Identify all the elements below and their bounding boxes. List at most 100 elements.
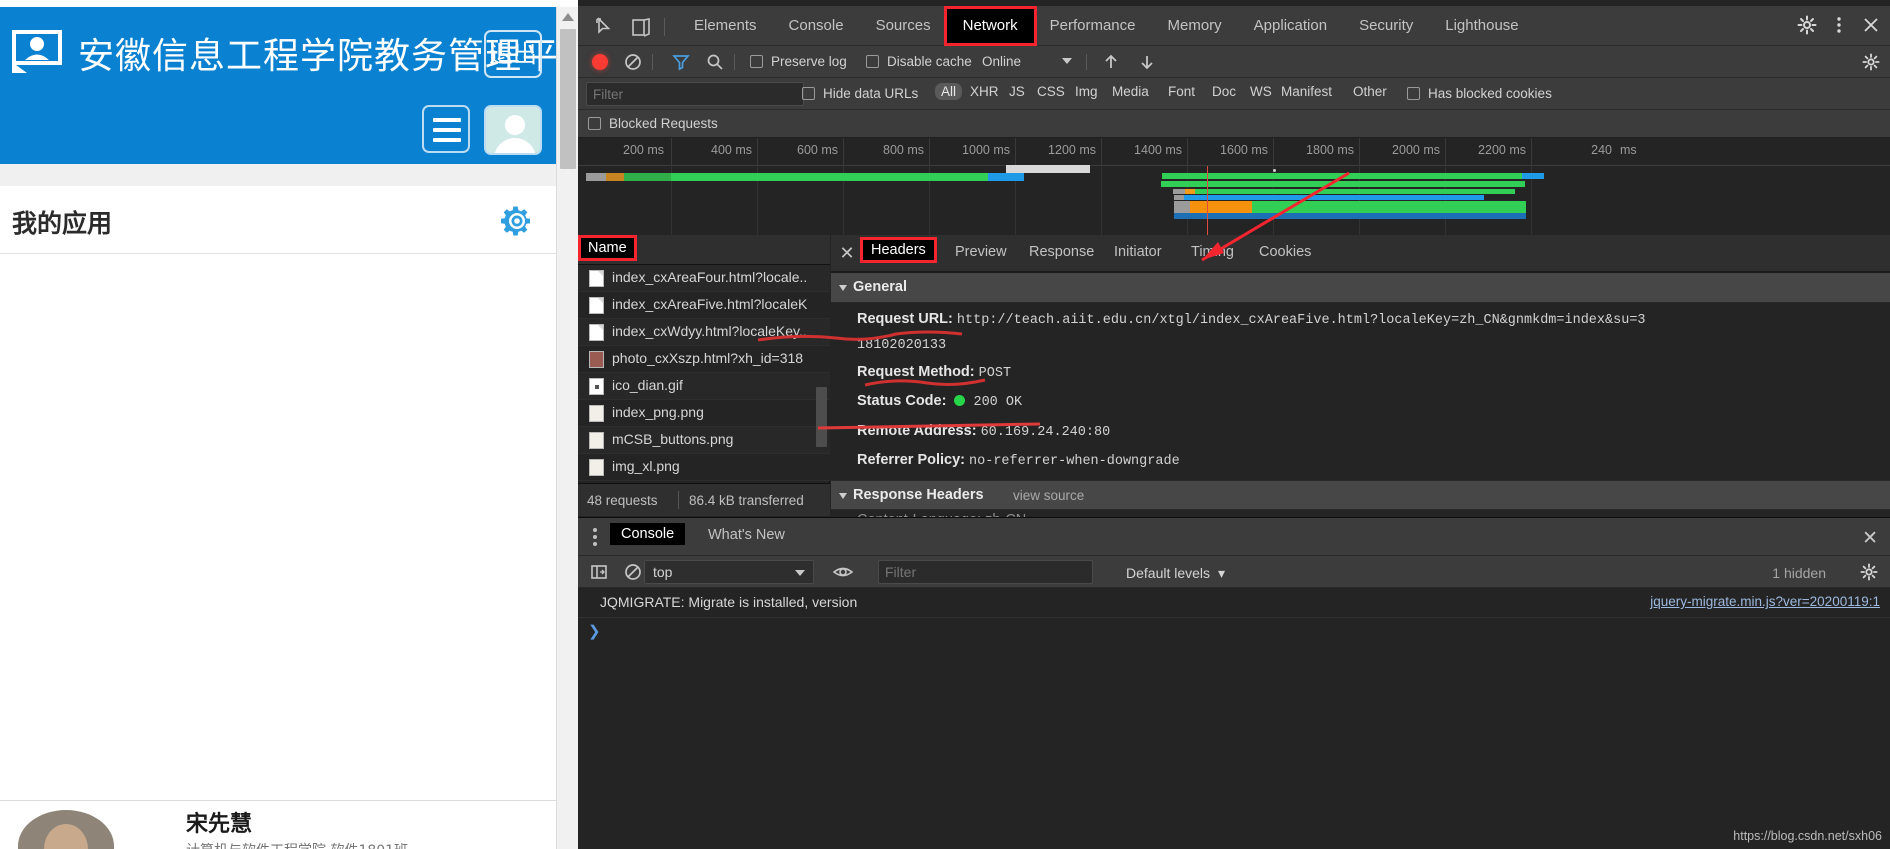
throttling-select-value[interactable]: Online bbox=[982, 54, 1021, 69]
network-overview-timeline[interactable]: 200 ms 400 ms 600 ms 800 ms 1000 ms 1200… bbox=[578, 138, 1890, 235]
close-detail-icon[interactable]: ✕ bbox=[837, 244, 857, 264]
tab-application[interactable]: Application bbox=[1238, 6, 1343, 46]
avatar[interactable] bbox=[484, 105, 542, 155]
tab-memory[interactable]: Memory bbox=[1152, 6, 1238, 46]
table-row[interactable]: index_png.png bbox=[578, 400, 830, 427]
topbar-separator bbox=[664, 18, 665, 36]
request-list-scrollbar[interactable] bbox=[816, 387, 827, 447]
table-row[interactable]: index_cxAreaFour.html?locale.. bbox=[578, 265, 830, 292]
disable-cache-label[interactable]: Disable cache bbox=[887, 54, 972, 69]
console-levels-select[interactable]: Default levels ▾ bbox=[1126, 565, 1225, 582]
tab-sources[interactable]: Sources bbox=[860, 6, 947, 46]
import-har-upload-icon[interactable] bbox=[1102, 53, 1120, 71]
table-row[interactable]: mCSB_buttons.png bbox=[578, 427, 830, 454]
search-icon[interactable] bbox=[706, 53, 724, 71]
export-har-download-icon[interactable] bbox=[1138, 53, 1156, 71]
chevron-down-icon[interactable] bbox=[1062, 58, 1072, 64]
detail-tab-response[interactable]: Response bbox=[1029, 244, 1094, 260]
disable-cache-checkbox[interactable] bbox=[866, 55, 879, 68]
type-filter-css[interactable]: CSS bbox=[1037, 84, 1065, 99]
hide-data-urls-label[interactable]: Hide data URLs bbox=[823, 86, 918, 101]
overview-band-r4a bbox=[1174, 195, 1184, 200]
hamburger-menu-icon[interactable] bbox=[422, 105, 470, 153]
blocked-requests-label[interactable]: Blocked Requests bbox=[609, 116, 718, 131]
request-name: index_cxWdyy.html?localeKey.. bbox=[612, 323, 807, 339]
detail-tab-cookies[interactable]: Cookies bbox=[1259, 244, 1311, 260]
toolbar-separator-3 bbox=[1086, 54, 1087, 70]
scroll-up-arrow-icon[interactable] bbox=[562, 13, 574, 21]
scrollbar-thumb[interactable] bbox=[560, 29, 576, 169]
table-row[interactable]: photo_cxXszp.html?xh_id=318 bbox=[578, 346, 830, 373]
has-blocked-cookies-label[interactable]: Has blocked cookies bbox=[1428, 86, 1552, 101]
tab-performance[interactable]: Performance bbox=[1034, 6, 1152, 46]
has-blocked-cookies-checkbox[interactable] bbox=[1407, 87, 1420, 100]
page-scrollbar[interactable] bbox=[556, 7, 578, 849]
detail-tab-headers[interactable]: Headers bbox=[860, 237, 937, 263]
record-button[interactable] bbox=[592, 54, 608, 70]
hide-data-urls-checkbox[interactable] bbox=[802, 87, 815, 100]
console-input-prompt[interactable]: ❯ bbox=[588, 622, 601, 640]
response-headers-section-header[interactable]: Response Headers view source bbox=[831, 480, 1890, 510]
overview-band-r5a bbox=[1174, 201, 1190, 213]
more-options-kebab-icon[interactable] bbox=[1836, 15, 1842, 38]
console-filter-input[interactable] bbox=[878, 560, 1093, 584]
drawer-more-options-icon[interactable] bbox=[593, 528, 597, 546]
screen-root: 安徽信息工程学院教务管理平台 退出 我的应用 宋先慧 Elements Cons… bbox=[0, 0, 1890, 849]
type-filter-other[interactable]: Other bbox=[1353, 84, 1387, 99]
console-sidebar-toggle-icon[interactable] bbox=[590, 563, 608, 581]
network-settings-gear-icon[interactable] bbox=[1862, 53, 1880, 71]
type-filter-all[interactable]: All bbox=[935, 83, 963, 100]
general-section-header[interactable]: General bbox=[831, 273, 1890, 303]
type-filter-xhr[interactable]: XHR bbox=[970, 84, 999, 99]
tab-elements[interactable]: Elements bbox=[678, 6, 773, 46]
type-filter-doc[interactable]: Doc bbox=[1212, 84, 1236, 99]
console-message-source-link[interactable]: jquery-migrate.min.js?ver=20200119:1 bbox=[1650, 594, 1880, 609]
settings-gear-icon[interactable] bbox=[1797, 15, 1817, 38]
detail-tab-preview[interactable]: Preview bbox=[955, 244, 1007, 260]
status-code-value: 200 OK bbox=[973, 395, 1023, 410]
type-filter-img[interactable]: Img bbox=[1075, 84, 1098, 99]
clear-console-icon[interactable] bbox=[624, 563, 642, 581]
tick-2000: 2000 ms bbox=[1359, 138, 1445, 166]
drawer-tab-console[interactable]: Console bbox=[610, 523, 686, 545]
photo-file-icon bbox=[589, 351, 604, 368]
clear-network-log-icon[interactable] bbox=[624, 53, 642, 71]
requests-count: 48 requests bbox=[587, 493, 658, 508]
logout-button[interactable]: 退出 bbox=[484, 30, 542, 78]
type-filter-media[interactable]: Media bbox=[1112, 84, 1149, 99]
type-filter-js[interactable]: JS bbox=[1009, 84, 1025, 99]
type-filter-manifest[interactable]: Manifest bbox=[1281, 84, 1332, 99]
console-settings-gear-icon[interactable] bbox=[1860, 563, 1878, 581]
console-context-select[interactable]: top bbox=[644, 560, 814, 584]
tab-network[interactable]: Network bbox=[943, 6, 1037, 46]
view-source-link[interactable]: view source bbox=[1013, 488, 1084, 503]
detail-tab-initiator[interactable]: Initiator bbox=[1114, 244, 1162, 260]
tab-lighthouse[interactable]: Lighthouse bbox=[1429, 6, 1534, 46]
preserve-log-label[interactable]: Preserve log bbox=[771, 54, 847, 69]
profile-subtitle: 计算机与软件工程学院 软件1801班 bbox=[186, 840, 408, 849]
type-filter-font[interactable]: Font bbox=[1168, 84, 1195, 99]
table-row[interactable]: index_cxAreaFive.html?localeK bbox=[578, 292, 830, 319]
console-hidden-count[interactable]: 1 hidden bbox=[1772, 565, 1826, 581]
inspect-element-icon[interactable] bbox=[594, 16, 616, 38]
close-devtools-icon[interactable] bbox=[1862, 16, 1880, 37]
blocked-requests-checkbox[interactable] bbox=[588, 117, 601, 130]
toggle-device-toolbar-icon[interactable] bbox=[630, 16, 652, 38]
column-header-name[interactable]: Name bbox=[578, 235, 637, 261]
tab-security[interactable]: Security bbox=[1343, 6, 1429, 46]
preserve-log-checkbox[interactable] bbox=[750, 55, 763, 68]
type-filter-ws[interactable]: WS bbox=[1250, 84, 1272, 99]
table-row[interactable]: index_cxWdyy.html?localeKey.. bbox=[578, 319, 830, 346]
tick-label-1200: 1200 ms bbox=[1048, 143, 1096, 157]
table-row[interactable]: ico_dian.gif bbox=[578, 373, 830, 400]
table-row[interactable]: img_xl.png bbox=[578, 454, 830, 481]
drawer-tab-whats-new[interactable]: What's New bbox=[708, 527, 785, 543]
detail-tab-timing[interactable]: Timing bbox=[1191, 244, 1234, 260]
close-drawer-icon[interactable]: ✕ bbox=[1862, 527, 1878, 550]
overview-band-r3b bbox=[1185, 189, 1195, 194]
network-filter-input[interactable] bbox=[586, 82, 804, 106]
live-expression-eye-icon[interactable] bbox=[833, 563, 853, 581]
tab-console[interactable]: Console bbox=[773, 6, 860, 46]
gear-icon[interactable] bbox=[500, 204, 534, 238]
filter-funnel-icon[interactable] bbox=[672, 53, 690, 71]
